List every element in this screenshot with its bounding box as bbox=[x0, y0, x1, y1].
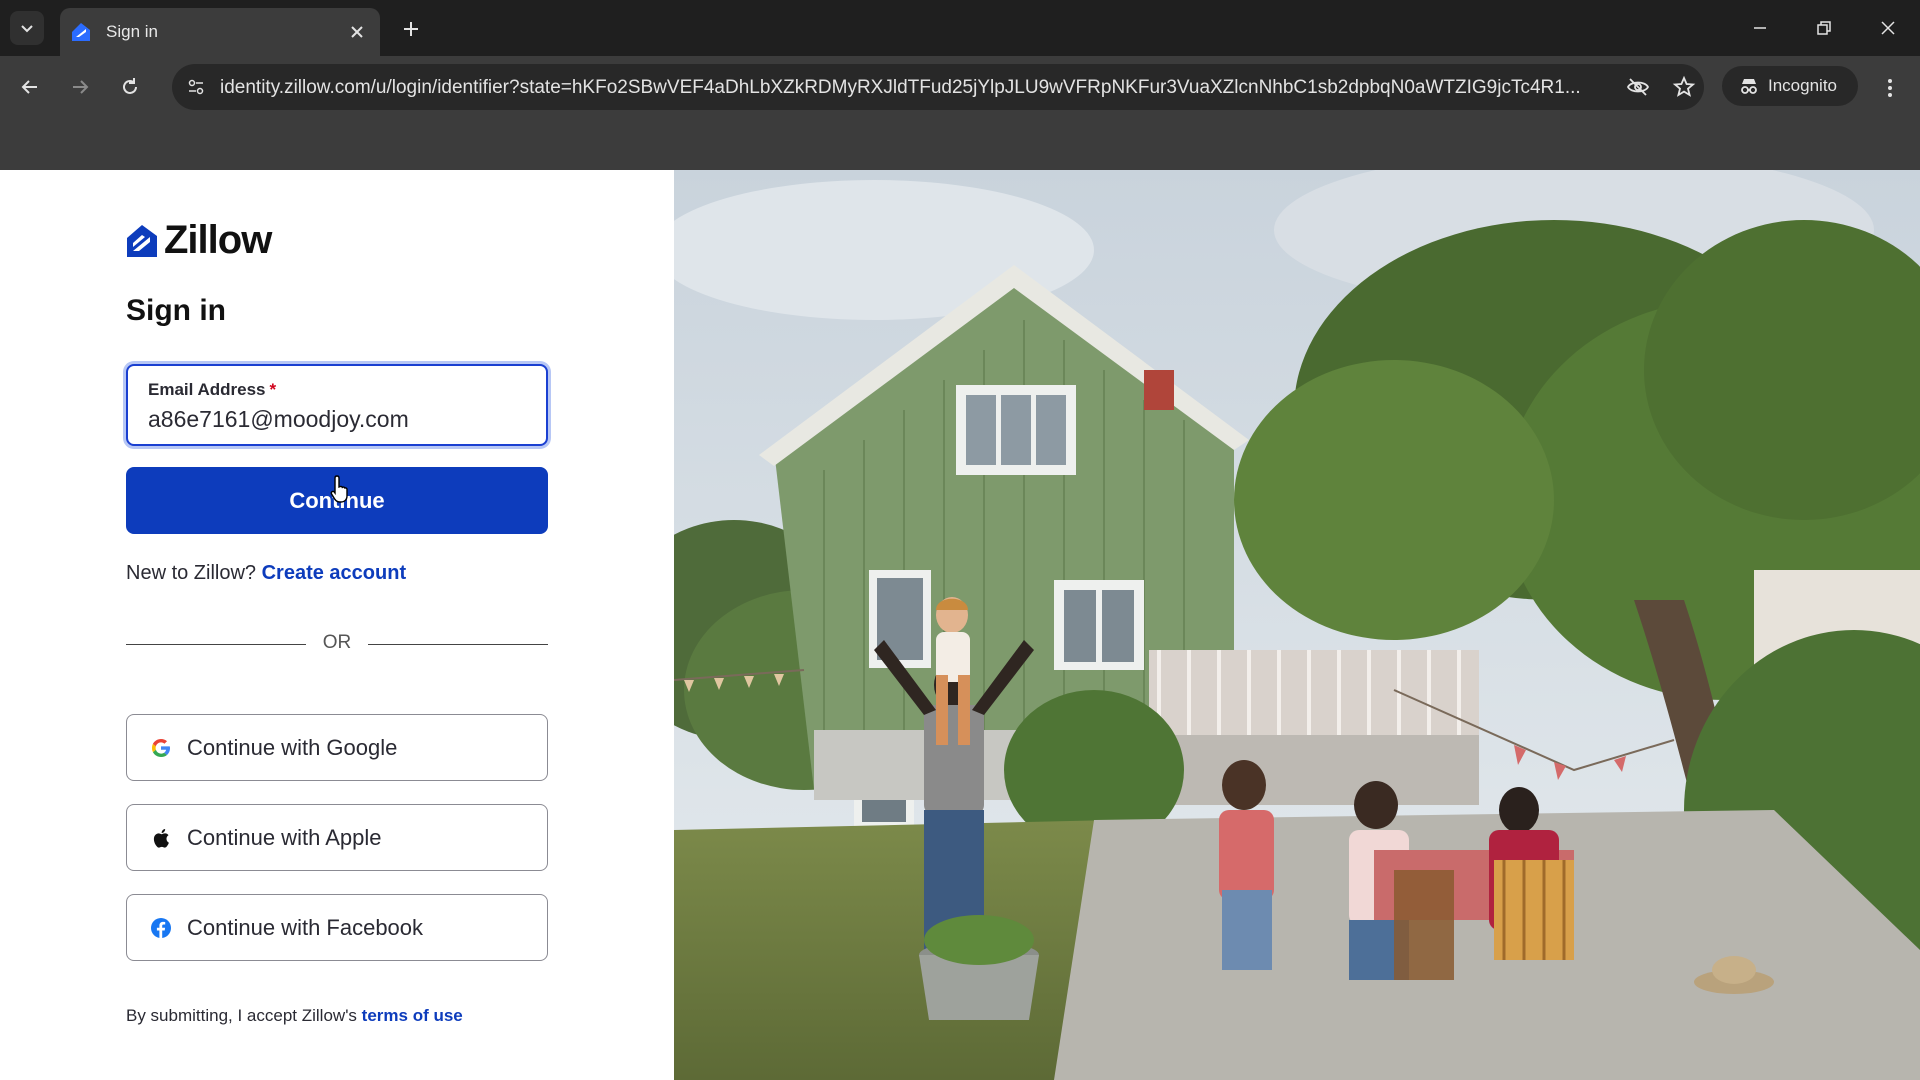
toolbar-spacer bbox=[0, 118, 1920, 170]
terms-prefix: By submitting, I accept Zillow's bbox=[126, 1006, 357, 1025]
mouse-pointer-icon bbox=[330, 475, 348, 503]
or-divider: OR bbox=[126, 632, 548, 656]
close-icon bbox=[1881, 21, 1895, 35]
facebook-signin-button[interactable]: Continue with Facebook bbox=[126, 894, 548, 961]
email-label-text: Email Address bbox=[148, 380, 266, 399]
new-to-zillow-text: New to Zillow? bbox=[126, 562, 257, 584]
web-page: Zillow Sign in Email Address* Continue N… bbox=[0, 170, 1920, 1080]
required-mark: * bbox=[269, 380, 277, 399]
reload-button[interactable] bbox=[112, 69, 148, 105]
incognito-icon bbox=[1738, 75, 1760, 97]
zillow-favicon-icon bbox=[70, 21, 92, 43]
new-account-row: New to Zillow? Create account bbox=[126, 562, 406, 585]
email-field[interactable]: Email Address * bbox=[126, 364, 548, 446]
email-input[interactable] bbox=[148, 406, 528, 433]
forward-button[interactable] bbox=[62, 69, 98, 105]
apple-label: Continue with Apple bbox=[187, 824, 382, 850]
chevron-down-icon bbox=[21, 25, 33, 33]
browser-tab[interactable]: Sign in bbox=[60, 8, 380, 56]
google-label: Continue with Google bbox=[187, 734, 398, 760]
address-bar[interactable]: identity.zillow.com/u/login/identifier?s… bbox=[172, 64, 1704, 110]
terms-of-use-link[interactable]: terms of use bbox=[362, 1006, 463, 1025]
sign-in-panel: Zillow Sign in Email Address* Continue N… bbox=[0, 170, 674, 1080]
hero-photo bbox=[674, 170, 1920, 1080]
bookmark-star-icon[interactable] bbox=[1672, 75, 1696, 104]
incognito-badge[interactable]: Incognito bbox=[1722, 66, 1858, 106]
reload-icon bbox=[123, 78, 137, 94]
more-vertical-icon bbox=[1888, 79, 1892, 97]
minimize-button[interactable] bbox=[1740, 10, 1780, 46]
minimize-icon bbox=[1754, 27, 1766, 29]
close-window-button[interactable] bbox=[1868, 10, 1908, 46]
facebook-label: Continue with Facebook bbox=[187, 914, 424, 940]
zillow-logo[interactable]: Zillow bbox=[126, 218, 272, 263]
new-tab-button[interactable] bbox=[396, 14, 426, 44]
incognito-label: Incognito bbox=[1768, 76, 1837, 95]
facebook-icon bbox=[149, 916, 173, 940]
tab-search-button[interactable] bbox=[10, 11, 44, 45]
google-icon bbox=[149, 736, 173, 760]
divider-line-right bbox=[368, 644, 548, 645]
close-tab-icon[interactable] bbox=[344, 19, 370, 45]
email-label: Email Address * bbox=[148, 380, 276, 400]
eye-off-icon[interactable] bbox=[1626, 75, 1650, 104]
google-signin-button[interactable]: Continue with Google bbox=[126, 714, 548, 781]
or-text: OR bbox=[322, 632, 352, 653]
restore-icon bbox=[1817, 21, 1831, 35]
create-account-link[interactable]: Create account bbox=[262, 562, 407, 584]
plus-icon bbox=[404, 22, 418, 36]
site-info-icon[interactable] bbox=[180, 71, 212, 103]
tab-strip: Sign in bbox=[0, 0, 1920, 56]
browser-menu-button[interactable] bbox=[1872, 70, 1908, 106]
family-garden-image bbox=[674, 170, 1920, 1080]
tab-title: Sign in bbox=[106, 22, 158, 41]
zillow-logo-icon bbox=[127, 224, 157, 257]
arrow-left-icon bbox=[21, 80, 37, 94]
browser-toolbar: identity.zillow.com/u/login/identifier?s… bbox=[0, 56, 1920, 118]
arrow-right-icon bbox=[73, 80, 89, 94]
apple-signin-button[interactable]: Continue with Apple bbox=[126, 804, 548, 871]
url-text: identity.zillow.com/u/login/identifier?s… bbox=[220, 77, 1581, 98]
page-title: Sign in bbox=[126, 294, 226, 327]
terms-text: By submitting, I accept Zillow's terms o… bbox=[126, 1006, 463, 1026]
apple-icon bbox=[149, 826, 173, 850]
back-button[interactable] bbox=[12, 69, 48, 105]
restore-button[interactable] bbox=[1804, 10, 1844, 46]
logo-text: Zillow bbox=[164, 218, 272, 262]
